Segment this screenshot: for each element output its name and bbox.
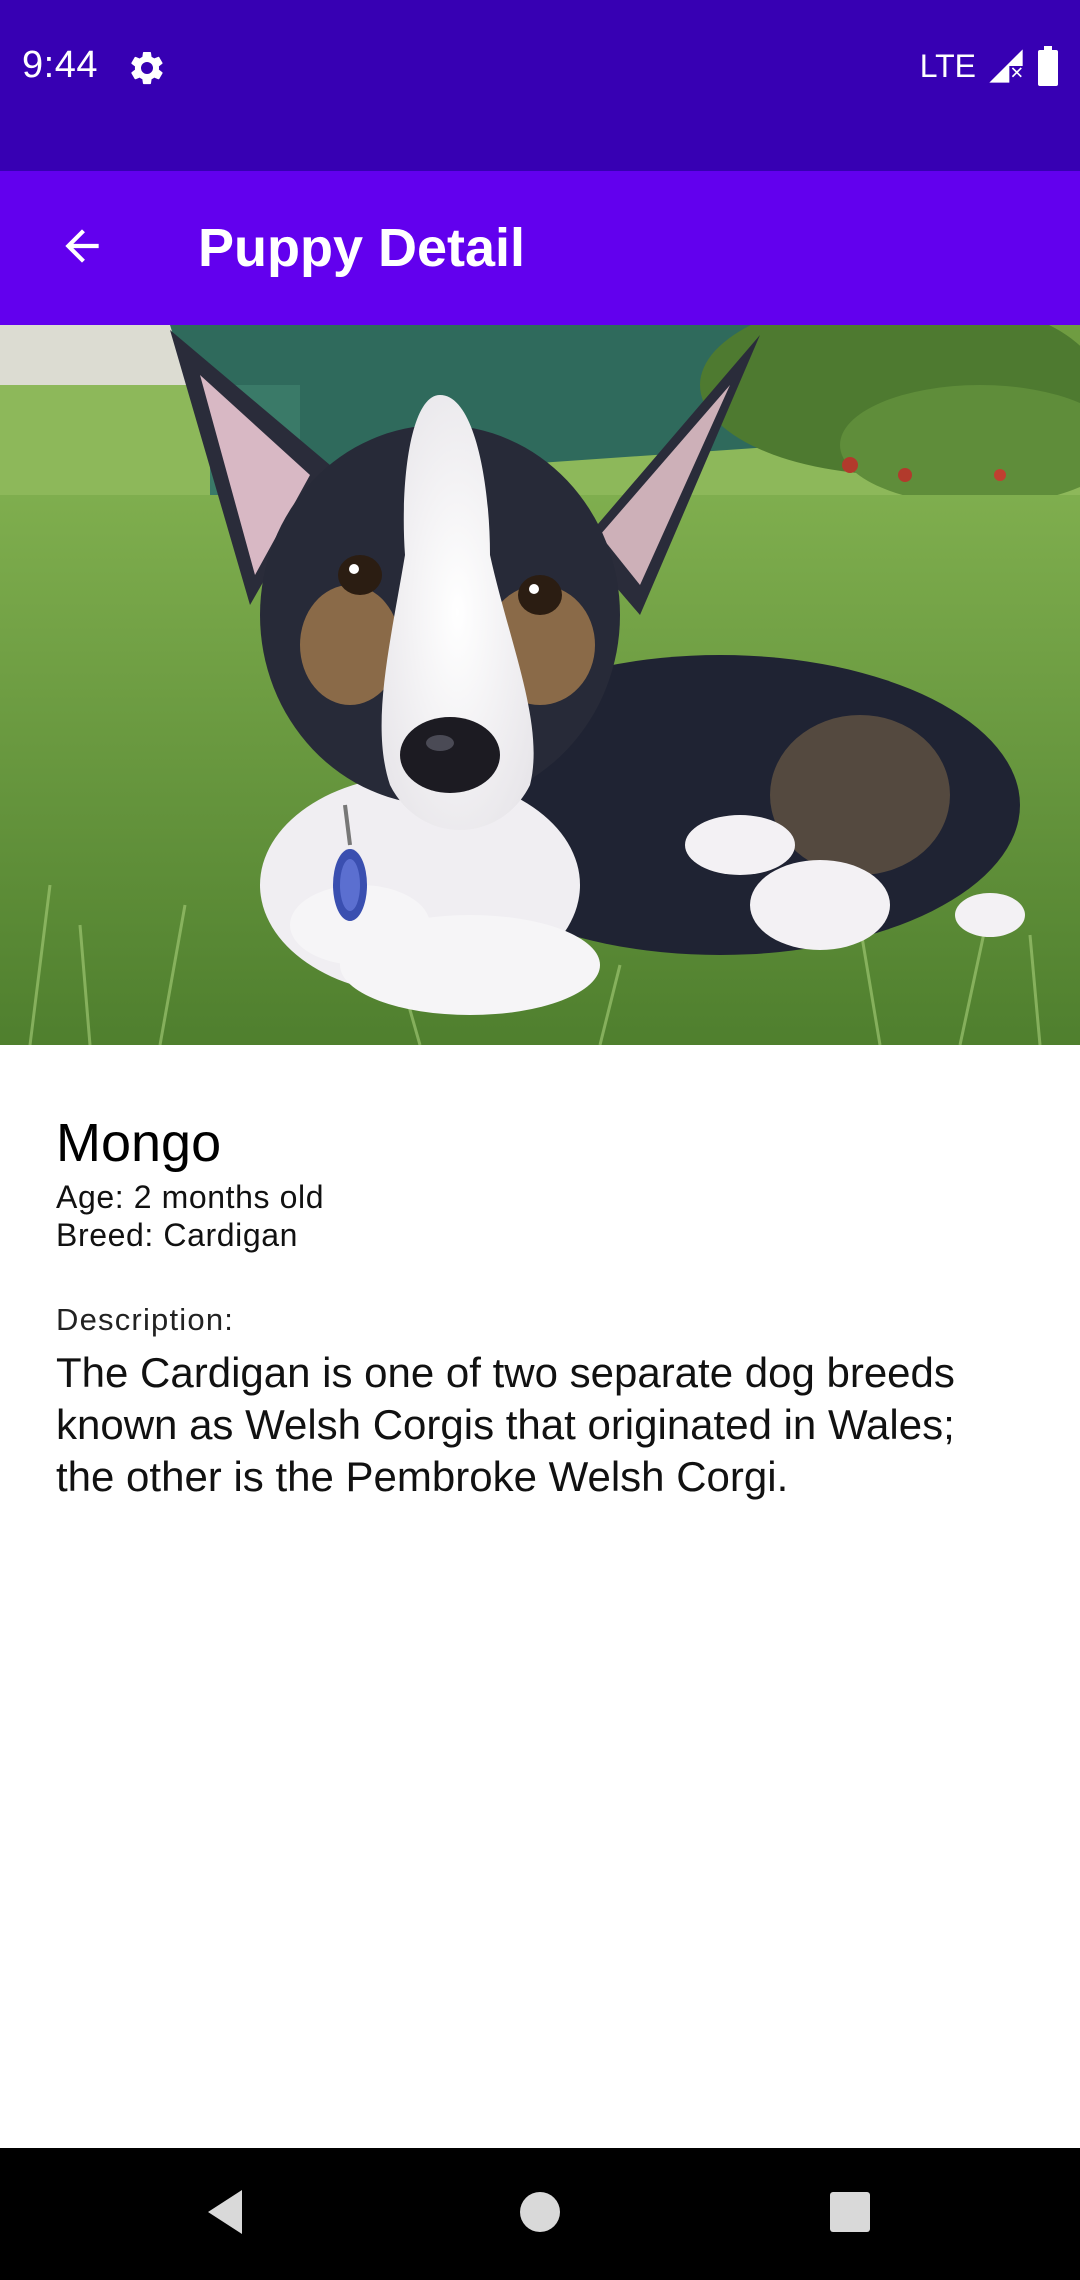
status-indicators: LTE: [920, 44, 1060, 88]
home-circle-icon: [518, 2190, 562, 2239]
gear-icon: [127, 48, 167, 88]
signal-icon: [986, 46, 1026, 86]
puppy-image: [0, 325, 1080, 1045]
battery-icon: [1036, 46, 1060, 86]
back-triangle-icon: [204, 2188, 248, 2241]
status-bar: 9:44 LTE: [0, 0, 1080, 171]
puppy-breed: Breed: Cardigan: [56, 1217, 299, 1253]
nav-recents-button[interactable]: [814, 2178, 886, 2250]
description-label: Description:: [56, 1302, 235, 1337]
system-nav-bar: [0, 2148, 1080, 2280]
app-bar: Puppy Detail: [0, 171, 1080, 325]
nav-home-button[interactable]: [504, 2178, 576, 2250]
page-title: Puppy Detail: [198, 218, 526, 278]
arrow-back-icon: [57, 221, 107, 276]
puppy-name: Mongo: [56, 1113, 222, 1173]
recents-square-icon: [828, 2190, 872, 2239]
status-time: 9:44: [22, 44, 98, 86]
back-button[interactable]: [42, 208, 122, 288]
description-text: The Cardigan is one of two separate dog …: [56, 1349, 955, 1500]
puppy-age: Age: 2 months old: [56, 1179, 325, 1215]
nav-back-button[interactable]: [190, 2178, 262, 2250]
network-type: LTE: [919, 47, 976, 84]
